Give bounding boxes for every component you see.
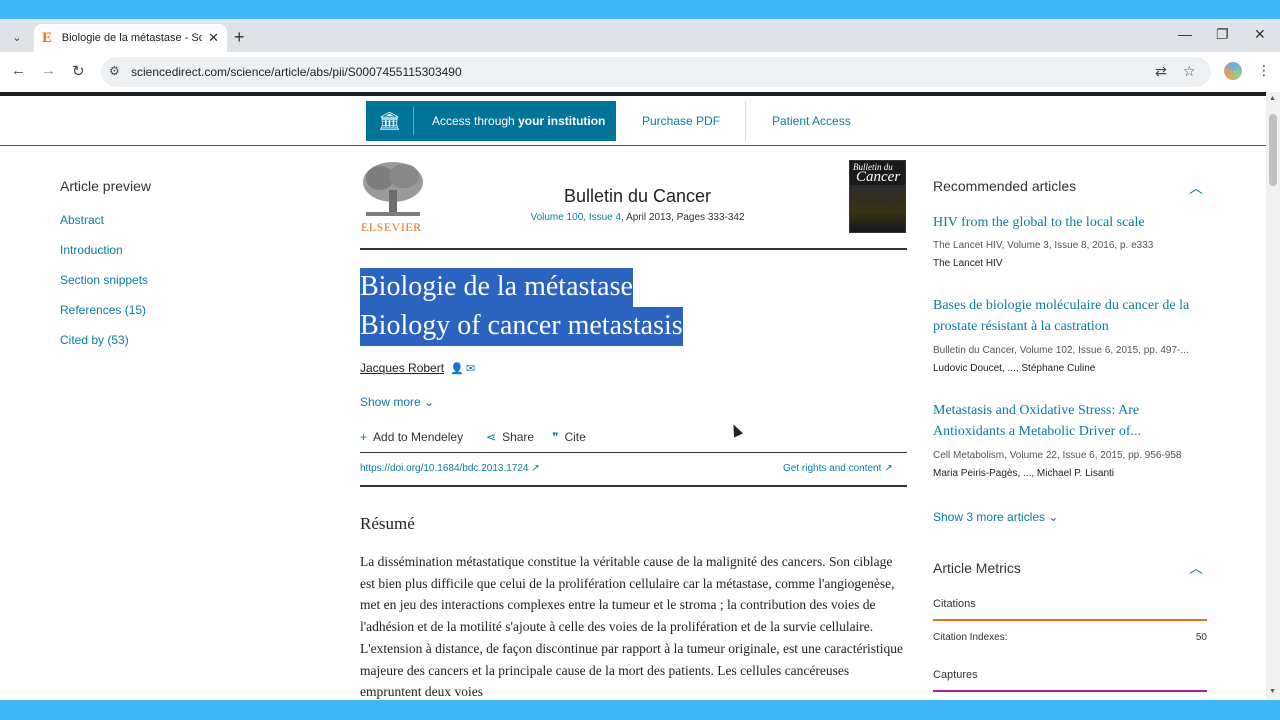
tab-close-icon[interactable]: ✕ [208,30,219,46]
sidebar-item-section-snippets[interactable]: Section snippets [60,273,148,287]
quote-icon: ❞ [552,430,559,444]
screen-top-border [0,0,1280,19]
sidebar-item-cited-by[interactable]: Cited by (53) [60,333,129,347]
doi-link[interactable]: https://doi.org/10.1684/bdc.2013.1724 ↗ [360,463,540,474]
external-link-icon: ↗ [531,463,540,474]
sidebar-title: Article preview [60,178,152,194]
recommended-authors-3: Maria Peiris-Pagès, ..., Michael P. Lisa… [933,468,1115,479]
collapse-recommended-icon[interactable]: ︿ [1189,178,1203,198]
article-title-en: Biology of cancer metastasis [360,307,683,346]
forward-arrow-icon[interactable]: → [41,62,56,79]
minimize-icon[interactable]: — [1178,26,1192,42]
address-bar[interactable]: ⚙ sciencedirect.com/science/article/abs/… [101,57,1211,87]
abstract-text: La dissémination métastatique constitue … [360,554,903,700]
citations-label: Citations [933,598,976,610]
recommended-article-3[interactable]: Metastasis and Oxidative Stress: Are Ant… [933,400,1208,442]
person-icon[interactable]: 👤 [450,362,464,375]
recommended-title: Recommended articles [933,178,1077,194]
access-institution-button[interactable]: 🏛 Access through your institution [366,101,616,141]
collapse-metrics-icon[interactable]: ︿ [1189,558,1203,578]
restore-icon[interactable]: ❐ [1216,26,1229,43]
share-icon: ⋖ [486,430,497,444]
citations-bar [933,619,1207,621]
recommended-meta-3: Cell Metabolism, Volume 22, Issue 6, 201… [933,450,1182,461]
scroll-thumb[interactable] [1269,114,1277,186]
bookmark-star-icon[interactable]: ☆ [1183,63,1196,80]
reload-icon[interactable]: ↻ [72,62,85,80]
cite-button[interactable]: ❞ Cite [552,430,586,444]
recommended-authors-2: Ludovic Doucet, ..., Stéphane Culine [933,363,1096,374]
new-tab-icon[interactable]: + [234,27,245,48]
browser-menu-icon[interactable]: ⋮ [1257,62,1271,79]
mouse-cursor-icon [728,422,744,438]
journal-title[interactable]: Bulletin du Cancer [440,186,835,207]
back-arrow-icon[interactable]: ← [11,62,26,79]
browser-tab-active[interactable]: E Biologie de la métastase - Scien ✕ [34,24,227,52]
actions-divider [360,452,907,453]
volume-issue-link[interactable]: Volume 100, Issue 4 [530,212,621,223]
show-more-button[interactable]: Show more ⌄ [360,395,434,409]
volume-info: Volume 100, Issue 4, April 2013, Pages 3… [530,212,745,223]
sidebar-item-introduction[interactable]: Introduction [60,243,123,257]
patient-access-link[interactable]: Patient Access [772,101,851,141]
article-title-fr: Biologie de la métastase [360,268,633,307]
author-link[interactable]: Jacques Robert [360,361,444,375]
chevron-down-icon: ⌄ [1048,510,1059,524]
sidebar-item-abstract[interactable]: Abstract [60,213,104,227]
tab-title: Biologie de la métastase - Scien [61,32,203,44]
profile-avatar[interactable] [1224,62,1242,80]
recommended-meta-2: Bulletin du Cancer, Volume 102, Issue 6,… [933,345,1189,356]
tab-search-chevron-icon[interactable]: ⌄ [6,26,28,48]
chevron-down-icon: ⌄ [424,395,435,409]
captures-bar [933,690,1207,692]
elsevier-favicon-icon: E [42,29,53,46]
add-to-mendeley-button[interactable]: + Add to Mendeley [360,430,463,444]
window-close-icon[interactable]: ✕ [1254,26,1266,43]
recommended-authors-1: The Lancet HIV [933,258,1003,269]
scroll-down-icon[interactable]: ▼ [1269,688,1276,695]
browser-tab-strip: ⌄ E Biologie de la métastase - Scien ✕ +… [0,19,1280,52]
external-link-icon: ↗ [884,463,893,474]
share-button[interactable]: ⋖ Share [486,430,534,444]
page-scrollbar[interactable]: ▲ ▼ [1266,92,1280,700]
recommended-article-1[interactable]: HIV from the global to the local scale [933,212,1208,233]
plus-icon: + [360,430,368,444]
url-text[interactable]: sciencedirect.com/science/article/abs/pi… [131,65,462,79]
access-bar: 🏛 Access through your institution Purcha… [0,96,1266,146]
citation-indexes-value: 50 [1195,632,1207,643]
show-more-articles-button[interactable]: Show 3 more articles ⌄ [933,510,1058,524]
rights-link[interactable]: Get rights and content ↗ [783,463,893,474]
elsevier-tree-logo[interactable] [360,160,426,218]
doi-divider [360,485,907,487]
screen-bottom-border [0,700,1280,720]
institution-icon: 🏛 [366,107,414,135]
site-settings-icon[interactable]: ⚙ [109,64,120,78]
citation-indexes-row: Citation Indexes: 50 [933,632,1207,643]
access-divider [745,101,746,141]
header-divider [360,248,907,250]
purchase-pdf-link[interactable]: Purchase PDF [642,101,720,141]
sidebar-item-references[interactable]: References (15) [60,303,146,317]
captures-label: Captures [933,669,978,681]
journal-cover-image[interactable]: Bulletin du Cancer [849,160,906,233]
elsevier-wordmark[interactable]: ELSEVIER [361,220,422,235]
email-icon[interactable]: ✉ [466,362,475,375]
browser-toolbar: ← → ↻ ⚙ sciencedirect.com/science/articl… [0,52,1280,92]
access-institution-label: Access through your institution [432,114,606,128]
translate-icon[interactable]: ⇄ [1155,63,1167,80]
metrics-title: Article Metrics [933,560,1021,576]
recommended-article-2[interactable]: Bases de biologie moléculaire du cancer … [933,295,1208,337]
page-content: 🏛 Access through your institution Purcha… [0,92,1266,700]
recommended-meta-1: The Lancet HIV, Volume 3, Issue 8, 2016,… [933,240,1154,251]
scroll-up-icon[interactable]: ▲ [1269,95,1276,102]
resume-heading: Résumé [360,514,415,533]
